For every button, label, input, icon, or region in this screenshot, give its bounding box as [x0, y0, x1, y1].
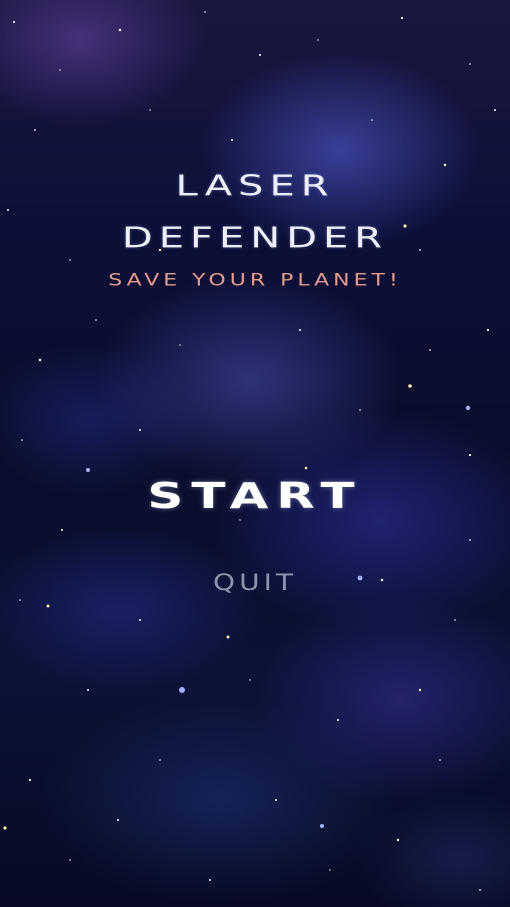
- game-subtitle: SAVE YOUR PLANET!: [108, 270, 402, 291]
- game-title-line-1: LASER: [175, 169, 335, 203]
- title-block: LASER DEFENDER SAVE YOUR PLANET!: [0, 160, 510, 293]
- game-title-line-2: DEFENDER: [121, 221, 389, 255]
- start-button[interactable]: START: [80, 474, 430, 517]
- main-menu-screen: LASER DEFENDER SAVE YOUR PLANET! START Q…: [0, 0, 510, 907]
- starfield-background: [3, 11, 496, 891]
- quit-button[interactable]: QUIT: [175, 566, 335, 598]
